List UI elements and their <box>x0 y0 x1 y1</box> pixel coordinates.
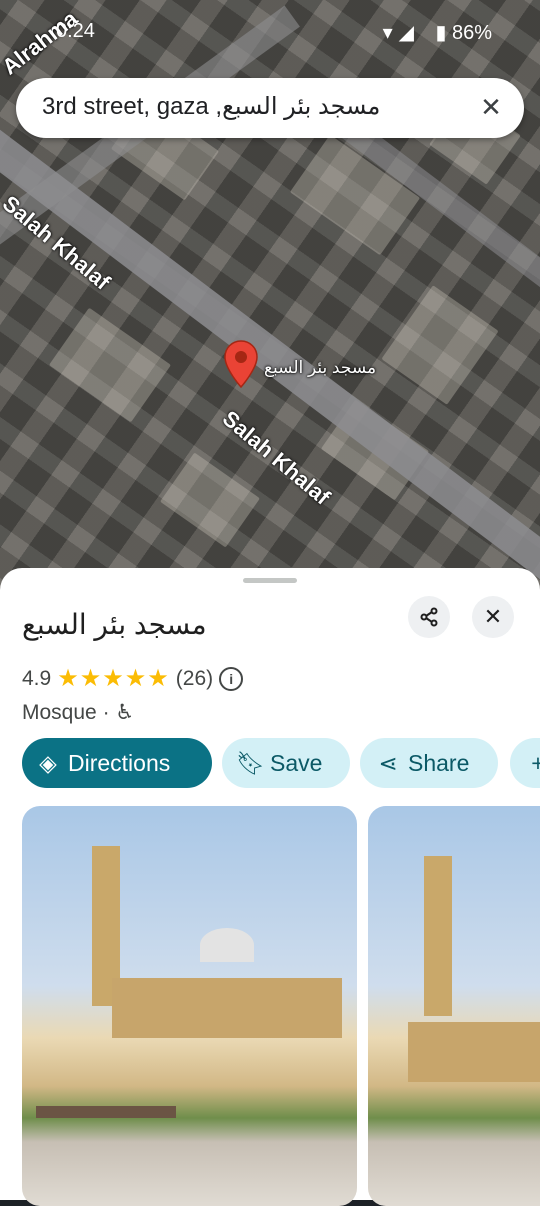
status-icons: ▾◢ <box>383 20 420 45</box>
status-time: 0:24 <box>56 20 95 42</box>
category-row: Mosque · ♿ <box>22 700 134 725</box>
place-category: Mosque <box>22 701 97 724</box>
directions-icon: ◈ <box>39 750 57 776</box>
save-button[interactable]: 🔖︎ Save <box>222 738 350 788</box>
search-bar[interactable]: 3rd street, gaza ,مسجد بئر السبع ✕ <box>16 78 524 138</box>
rating-value: 4.9 <box>22 666 52 690</box>
share-button[interactable]: ⋖ Share <box>360 738 498 788</box>
bench <box>36 1106 176 1118</box>
share-icon: ⋖ <box>378 750 398 776</box>
share-icon <box>420 607 438 627</box>
save-label: Save <box>270 750 323 776</box>
place-title: مسجد بئر السبع <box>22 609 207 640</box>
close-icon: ✕ <box>483 604 503 629</box>
close-sheet-button[interactable]: ✕ <box>472 596 514 638</box>
more-actions-button[interactable]: + <box>510 738 540 788</box>
mosque-building <box>408 1022 540 1082</box>
plus-icon: + <box>531 750 540 776</box>
info-icon[interactable]: i <box>219 666 244 691</box>
pin-label: مسجد بئر السبع <box>264 358 377 377</box>
map-pin-icon[interactable] <box>224 340 258 388</box>
battery-text: 86% <box>451 22 492 44</box>
action-chips: ◈ Directions 🔖︎ Save ⋖ Share + <box>22 738 540 790</box>
battery-icon: ▮ <box>435 22 447 44</box>
directions-button[interactable]: ◈ Directions <box>22 738 212 788</box>
photo-carousel[interactable] <box>22 806 540 1206</box>
rating-stars: ★★★★★ <box>57 665 170 692</box>
close-icon[interactable]: ✕ <box>476 92 506 122</box>
drag-handle[interactable] <box>243 578 297 583</box>
battery-level: ▮ 86% <box>435 20 492 45</box>
dome <box>200 928 254 962</box>
rating-row[interactable]: 4.9 ★★★★★ (26) i <box>22 664 244 693</box>
mosque-building <box>112 978 342 1038</box>
share-label: Share <box>408 750 470 776</box>
wifi-icon: ▾ <box>382 22 399 44</box>
place-photo[interactable] <box>22 806 357 1206</box>
bookmark-icon: 🔖︎ <box>236 750 266 776</box>
wheelchair-icon: ♿ <box>115 701 135 724</box>
place-sheet: مسجد بئر السبع ✕ 4.9 ★★★★★ (26) i Mosque… <box>0 568 540 1206</box>
minaret <box>424 856 452 1016</box>
review-count: (26) <box>175 666 214 690</box>
place-photo[interactable] <box>368 806 540 1206</box>
search-query[interactable]: 3rd street, gaza ,مسجد بئر السبع <box>42 92 380 121</box>
share-icon-button[interactable] <box>408 596 450 638</box>
directions-label: Directions <box>68 750 171 776</box>
separator: · <box>102 701 110 724</box>
signal-icon: ◢ <box>398 22 420 44</box>
status-bar: 0:24 ▾◢ ▮ 86% <box>0 12 540 52</box>
